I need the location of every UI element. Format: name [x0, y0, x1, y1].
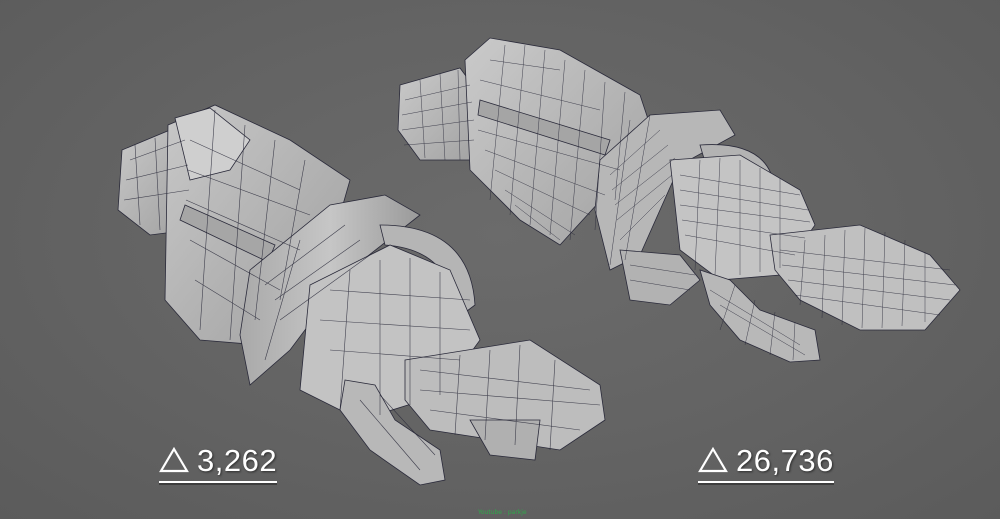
- triangle-icon: [159, 447, 189, 473]
- high-poly-triangle-count: 26,736: [698, 444, 834, 483]
- low-poly-triangle-count: 3,262: [159, 443, 278, 483]
- watermark-text: Youtube : parkje: [478, 509, 527, 516]
- 3d-viewport[interactable]: 3,262 26,736 Youtube : parkje: [0, 0, 1000, 519]
- triangle-icon: [698, 447, 728, 473]
- high-poly-count-text: 26,736: [736, 443, 834, 478]
- low-poly-count-text: 3,262: [197, 443, 278, 478]
- high-poly-glove-model: [397, 37, 961, 363]
